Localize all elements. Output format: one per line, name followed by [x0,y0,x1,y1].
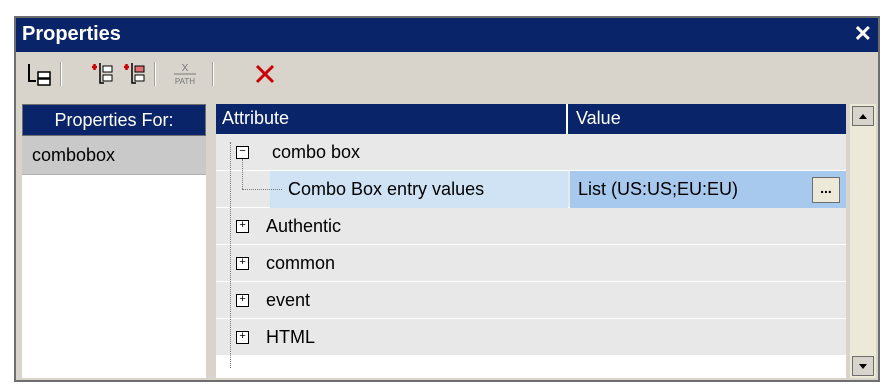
toolbar: X PATH [16,52,878,96]
delete-icon[interactable] [250,60,280,88]
insert-attribute-before-icon[interactable] [86,60,116,88]
tree-line [242,189,282,190]
properties-for-header: Properties For: [22,104,206,136]
properties-for-panel: Properties For: combobox [22,104,210,378]
attribute-grid: Attribute Value − combo box Combo Box en… [216,104,846,378]
tree-row-event[interactable]: + event [216,282,846,319]
scroll-down-icon[interactable] [852,356,874,376]
row-label: event [266,290,311,310]
expand-icon[interactable]: + [236,331,249,344]
edit-value-button[interactable]: ... [812,177,840,203]
toolbar-separator [154,62,156,86]
grid-header: Attribute Value [216,104,846,134]
toolbar-separator [212,62,214,86]
properties-for-item[interactable]: combobox [22,136,206,175]
vertical-scrollbar[interactable] [850,104,876,378]
scroll-up-icon[interactable] [852,106,874,126]
tree-row-combo-box-entry-values[interactable]: Combo Box entry values List (US:US;EU:EU… [216,171,846,208]
row-label: Authentic [266,216,342,236]
row-label: Combo Box entry values [288,179,485,199]
tree-view-icon[interactable] [24,60,54,88]
insert-attribute-after-icon[interactable] [118,60,148,88]
close-icon[interactable]: ✕ [854,21,872,47]
toolbar-separator [60,62,62,86]
tree-row-authentic[interactable]: + Authentic [216,208,846,245]
collapse-icon[interactable]: − [236,146,249,159]
tree-row-html[interactable]: + HTML [216,319,846,356]
tree-row-common[interactable]: + common [216,245,846,282]
tree-line [242,159,243,189]
row-label: HTML [266,327,315,347]
column-header-value[interactable]: Value [570,104,846,134]
row-label: common [266,253,336,273]
expand-icon[interactable]: + [236,294,249,307]
row-label: combo box [272,142,361,162]
column-header-attribute[interactable]: Attribute [216,104,568,134]
row-value[interactable]: List (US:US;EU:EU) [578,179,738,200]
xpath-label: PATH [175,77,195,86]
tree-line [230,142,231,368]
window-title: Properties [22,23,121,45]
svg-text:X: X [182,63,189,74]
xpath-icon[interactable]: X PATH [170,60,200,88]
expand-icon[interactable]: + [236,257,249,270]
tree-row-combo-box[interactable]: − combo box [216,134,846,171]
properties-window: Properties ✕ X PATH Properties For: comb… [14,16,880,382]
title-bar: Properties ✕ [16,18,878,52]
expand-icon[interactable]: + [236,220,249,233]
